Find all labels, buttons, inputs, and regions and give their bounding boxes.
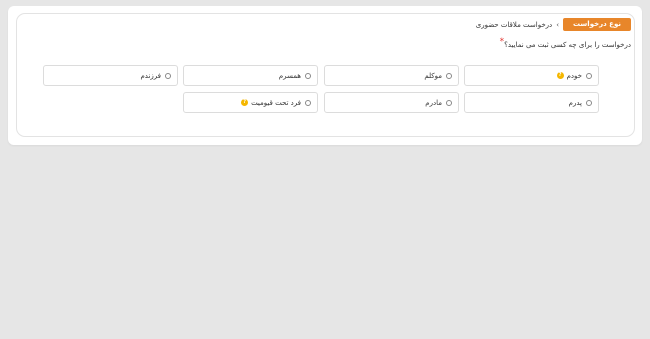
radio-mother[interactable] xyxy=(446,99,452,106)
radio-ward[interactable] xyxy=(305,99,311,106)
question-label: درخواست را برای چه کسی ثبت می نمایید؟* xyxy=(498,37,631,50)
option-mother-label: مادرم xyxy=(425,98,442,107)
option-child[interactable]: فرزندم xyxy=(43,65,178,86)
breadcrumb-title: درخواست ملاقات حضوری xyxy=(475,20,553,29)
option-self-label: خودم xyxy=(566,71,582,80)
option-mother[interactable]: مادرم xyxy=(324,92,459,113)
request-type-badge[interactable]: نوع درخواست xyxy=(563,18,631,31)
option-spouse[interactable]: همسرم xyxy=(183,65,318,86)
required-asterisk: * xyxy=(499,37,505,47)
option-ward-label: فرد تحت قیومیت xyxy=(251,98,301,107)
option-ward[interactable]: فرد تحت قیومیت ? xyxy=(183,92,318,113)
chevron-left-icon: ‹ xyxy=(556,20,559,29)
help-icon[interactable]: ? xyxy=(241,99,249,106)
radio-spouse[interactable] xyxy=(305,72,311,79)
radio-client[interactable] xyxy=(446,72,452,79)
option-self[interactable]: خودم ? xyxy=(464,65,599,86)
option-client[interactable]: موکلم xyxy=(324,65,459,86)
option-spouse-label: همسرم xyxy=(278,71,301,80)
radio-child[interactable] xyxy=(165,72,171,79)
radio-father[interactable] xyxy=(586,99,592,106)
radio-self[interactable] xyxy=(586,72,592,79)
option-child-label: فرزندم xyxy=(140,71,161,80)
breadcrumb: نوع درخواست ‹ درخواست ملاقات حضوری xyxy=(476,18,631,31)
question-text: درخواست را برای چه کسی ثبت می نمایید؟ xyxy=(504,41,631,49)
option-father-label: پدرم xyxy=(568,98,582,107)
option-client-label: موکلم xyxy=(424,71,442,80)
help-icon[interactable]: ? xyxy=(556,72,564,79)
option-father[interactable]: پدرم xyxy=(464,92,599,113)
